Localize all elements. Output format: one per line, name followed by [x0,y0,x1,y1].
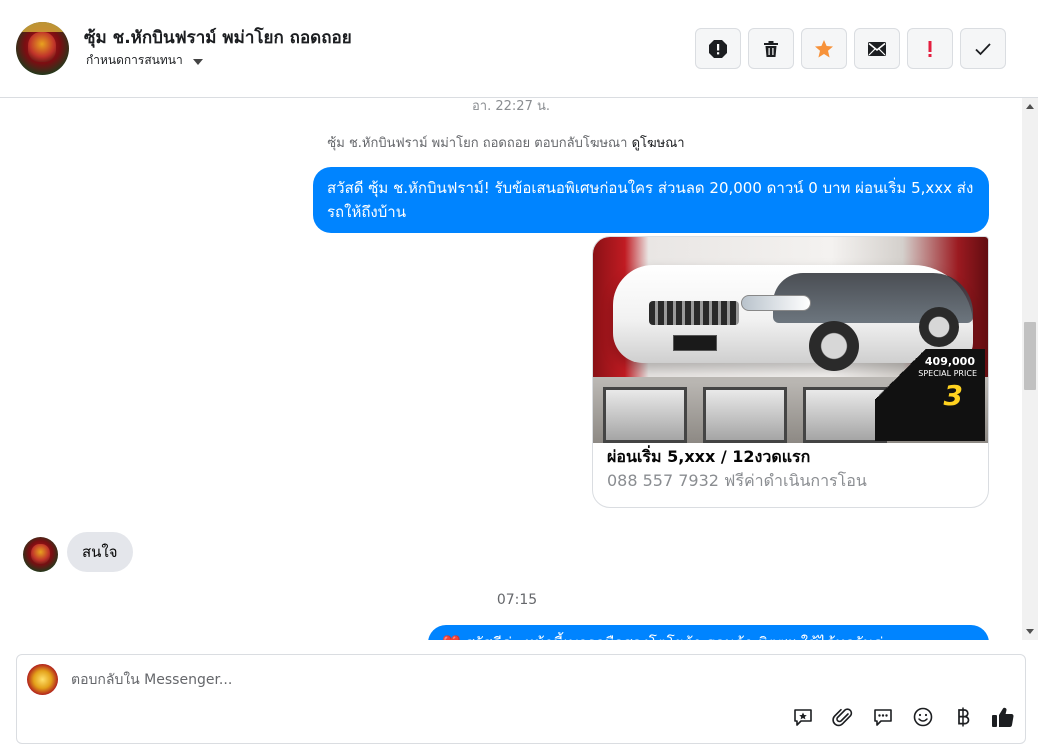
car-thumbnail [703,387,787,443]
exclamation-icon [928,40,932,57]
ad-reply-note: ซุ้ม ช.หักบินฟราม์ พม่าโยก ถอดถอย ตอบกลั… [0,132,1012,153]
contact-avatar[interactable] [16,22,69,75]
caret-down-icon [192,58,203,65]
ad-card[interactable]: 409,000 SPECIAL PRICE 3 ผ่อนเริ่ม 5,xxx … [592,236,989,508]
saved-reply-button[interactable] [791,705,815,729]
promo-number: 3 [943,379,963,412]
chat-icon [874,709,892,726]
payment-button[interactable] [951,705,975,729]
baht-icon [958,707,970,727]
scrollbar-thumb[interactable] [1024,322,1036,390]
incoming-message-bubble[interactable]: สนใจ [67,532,133,572]
attach-button[interactable] [831,705,855,729]
outgoing-message-bubble[interactable]: สวัสดี ซุ้ม ช.หักบินฟราม์! รับข้อเสนอพิเ… [313,167,989,233]
page-avatar [27,664,58,695]
trash-icon [764,40,778,57]
emoji-button[interactable] [911,705,935,729]
report-icon [709,39,727,58]
report-button[interactable] [695,28,741,69]
check-icon [975,42,991,55]
view-ad-link[interactable]: ดูโฆษณา [632,136,685,151]
ad-card-image: 409,000 SPECIAL PRICE 3 [593,237,988,443]
promo-price: 409,000 [924,355,975,368]
mark-unread-button[interactable] [854,28,900,69]
saved-reply-icon [794,709,812,726]
delete-button[interactable] [748,28,794,69]
conversation-schedule-dropdown[interactable]: กำหนดการสนทนา [86,51,203,70]
contact-name[interactable]: ซุ้ม ช.หักบินฟราม์ พม่าโยก ถอดถอย [84,24,352,51]
mail-icon [868,41,886,56]
star-button[interactable] [801,28,847,69]
partial-message-text: ❤️ สวัสดีค่ะ หน้านี้เพจรถมือสองโตโยต้า ฮ… [442,631,891,640]
timestamp-divider: 07:15 [496,592,538,608]
promo-tag: SPECIAL PRICE [918,369,977,378]
car-thumbnail [603,387,687,443]
star-icon [815,39,833,57]
outgoing-message-bubble-partial[interactable]: ❤️ สวัสดีค่ะ หน้านี้เพจรถมือสองโตโยต้า ฮ… [428,625,989,640]
ad-reply-note-text: ซุ้ม ช.หักบินฟราม์ พม่าโยก ถอดถอย ตอบกลั… [327,136,628,151]
contact-avatar-small [23,537,58,572]
like-icon [992,707,1014,728]
scroll-down-arrow-icon[interactable] [1026,629,1034,634]
quick-reply-button[interactable] [871,705,895,729]
promo-badge: 409,000 SPECIAL PRICE 3 [875,349,985,441]
timestamp-divider: อา. 22:27 น. [472,99,550,114]
conversation-schedule-label: กำหนดการสนทนา [86,53,183,67]
reply-input[interactable] [71,669,671,691]
mark-done-button[interactable] [960,28,1006,69]
ad-card-title: ผ่อนเริ่ม 5,xxx / 12งวดแรก [607,447,811,466]
attach-icon [832,708,853,727]
emoji-icon [913,707,933,727]
scroll-up-arrow-icon[interactable] [1026,104,1034,109]
inbox-thread: ซุ้ม ช.หักบินฟราม์ พม่าโยก ถอดถอย กำหนดก… [0,0,1038,756]
thread-header: ซุ้ม ช.หักบินฟราม์ พม่าโยก ถอดถอย กำหนดก… [0,0,1038,98]
message-list[interactable]: อา. 22:27 น. ซุ้ม ช.หักบินฟราม์ พม่าโยก … [0,98,1022,640]
reply-composer [16,654,1026,744]
follow-up-button[interactable] [907,28,953,69]
composer-tools [791,705,1015,729]
ad-card-subtitle: 088 557 7932 ฟรีค่าดำเนินการโอน [607,471,867,490]
header-actions [695,28,1006,69]
like-button[interactable] [991,705,1015,729]
message-list-scrollbar[interactable] [1022,98,1038,640]
